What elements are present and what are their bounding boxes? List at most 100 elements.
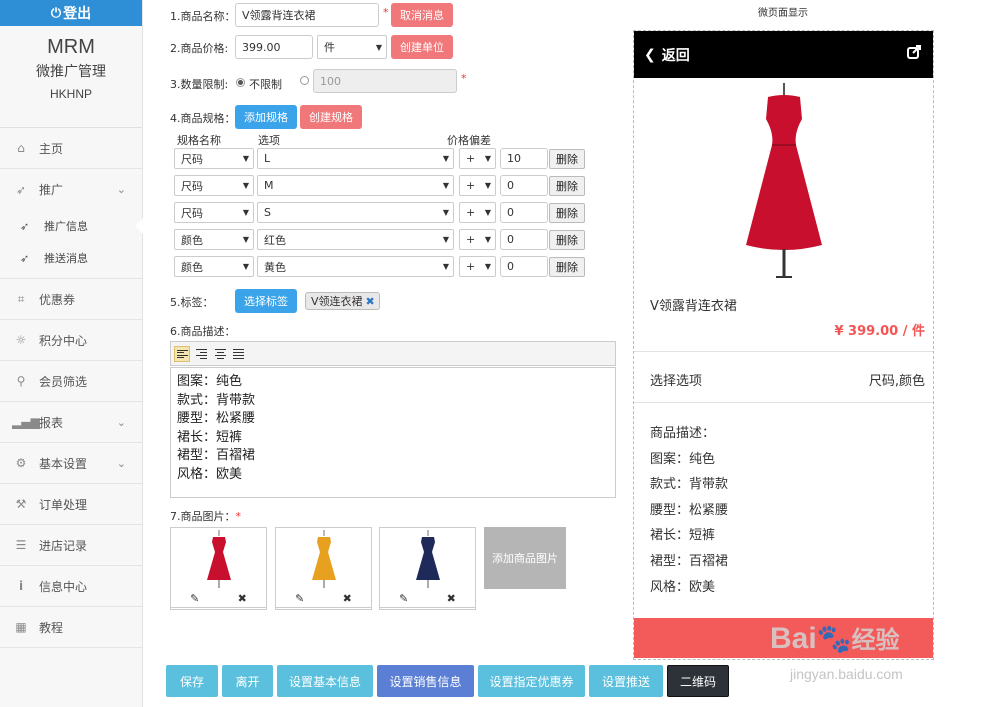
qty-limit-input[interactable]: 100 [313, 69, 457, 93]
spec-name-select[interactable]: 颜色 ▼ [174, 256, 254, 277]
image-label: 7.商品图片：* [170, 508, 241, 524]
edit-icon[interactable]: ✎ [295, 592, 304, 605]
sidebar-item-home[interactable]: ⌂ 主页 [0, 128, 142, 169]
ticket-icon: ⌗ [17, 291, 25, 306]
sidebar-item-coupon[interactable]: ⌗ 优惠券 [0, 279, 142, 320]
basic-info-button[interactable]: 设置基本信息 [277, 665, 373, 697]
col-spec-name: 规格名称 [177, 134, 221, 147]
price-diff-input[interactable]: 0 [500, 175, 548, 196]
price-diff-input[interactable]: 0 [500, 229, 548, 250]
sidebar-item-orders[interactable]: ⚒ 订单处理 [0, 484, 142, 525]
save-button[interactable]: 保存 [166, 665, 218, 697]
share-icon[interactable] [907, 45, 921, 63]
logout-button[interactable]: ⏻ 登出 [0, 0, 142, 26]
sign-select[interactable]: + ▼ [459, 256, 496, 277]
watermark-brand: Bai🐾经验 [770, 620, 900, 656]
film-icon: ▦ [15, 620, 27, 634]
align-justify-icon[interactable] [231, 346, 247, 362]
sign-select[interactable]: + ▼ [459, 148, 496, 169]
rocket-icon: ➶ [15, 182, 27, 197]
sales-info-button[interactable]: 设置销售信息 [377, 665, 474, 697]
sidebar-item-promo[interactable]: ➶ 推广 ⌄ [0, 169, 142, 210]
choose-tag-button[interactable]: 选择标签 [235, 289, 297, 313]
price-diff-input[interactable]: 10 [500, 148, 548, 169]
price-label: 2.商品价格: [170, 42, 229, 55]
caret-down-icon: ▼ [442, 181, 449, 190]
sign-select[interactable]: + ▼ [459, 175, 496, 196]
sidebar-item-member-filter[interactable]: ⚲ 会员筛选 [0, 361, 142, 402]
close-icon[interactable]: ✖ [343, 592, 352, 605]
spec-option-select[interactable]: 黄色 ▼ [257, 256, 454, 277]
sidebar-item-visits[interactable]: ☰ 进店记录 [0, 525, 142, 566]
required-mark: * [383, 6, 389, 19]
align-left-icon[interactable] [174, 345, 190, 362]
preview-desc-title: 商品描述： [650, 426, 716, 441]
sidebar-item-info-center[interactable]: i 信息中心 [0, 566, 142, 607]
product-name-input[interactable]: V领露背连衣裙 [235, 3, 379, 27]
edit-icon[interactable]: ✎ [190, 592, 199, 605]
add-spec-button[interactable]: 添加规格 [235, 105, 297, 129]
spec-option-select[interactable]: M ▼ [257, 175, 454, 196]
description-editor[interactable]: 图案：纯色 款式：背带款 腰型：松紧腰 裙长：短裤 裙型：百褶裙 风格：欧美 [170, 367, 616, 498]
align-center-icon[interactable] [212, 346, 228, 362]
push-button[interactable]: 设置推送 [589, 665, 663, 697]
spec-option-select[interactable]: S ▼ [257, 202, 454, 223]
cancel-button[interactable]: 取消消息 [391, 3, 453, 27]
delete-button[interactable]: 删除 [549, 257, 585, 277]
price-diff-input[interactable]: 0 [500, 256, 548, 277]
sidebar-item-report[interactable]: ▂▄▆ 报表 ⌄ [0, 402, 142, 443]
align-right-icon[interactable] [193, 346, 209, 362]
spec-name-select[interactable]: 尺码 ▼ [174, 202, 254, 223]
coupon-button[interactable]: 设置指定优惠券 [478, 665, 585, 697]
close-icon[interactable]: ✖ [447, 592, 456, 605]
qty-label: 3.数量限制: [170, 78, 229, 91]
close-icon[interactable]: ✖ [238, 592, 247, 605]
preview-header: ❮ 返回 [634, 31, 933, 78]
preview-desc-line: 裙长：短裤 [650, 528, 716, 544]
unit-select[interactable]: 件 ▼ [317, 35, 387, 59]
leave-button[interactable]: 离开 [222, 665, 273, 697]
delete-button[interactable]: 删除 [549, 230, 585, 250]
preview-choose-value[interactable]: 尺码,颜色 [869, 370, 925, 389]
caret-down-icon: ▼ [442, 262, 449, 271]
caret-down-icon: ▼ [484, 154, 491, 163]
back-icon[interactable]: ❮ [644, 47, 656, 63]
edit-icon[interactable]: ✎ [399, 592, 408, 605]
spec-option-value: M [264, 179, 274, 192]
spec-name-select[interactable]: 颜色 ▼ [174, 229, 254, 250]
spec-option-select[interactable]: L ▼ [257, 148, 454, 169]
sidebar-subitem-label: 推广信息 [44, 220, 88, 233]
spec-name-select[interactable]: 尺码 ▼ [174, 148, 254, 169]
caret-down-icon: ▼ [442, 235, 449, 244]
price-diff-input[interactable]: 0 [500, 202, 548, 223]
limit-radio[interactable] [300, 76, 309, 85]
sign-select[interactable]: + ▼ [459, 229, 496, 250]
preview-choose-label[interactable]: 选择选项 [650, 370, 702, 389]
delete-button[interactable]: 删除 [549, 203, 585, 223]
preview-desc-line: 腰型：松紧腰 [650, 502, 729, 518]
sidebar-subitem-push-msg[interactable]: ➶ 推送消息 [0, 242, 142, 274]
create-unit-button[interactable]: 创建单位 [391, 35, 453, 59]
delete-button[interactable]: 删除 [549, 149, 585, 169]
price-input[interactable]: 399.00 [235, 35, 313, 59]
qrcode-button[interactable]: 二维码 [667, 665, 729, 697]
create-spec-button[interactable]: 创建规格 [300, 105, 362, 129]
caret-down-icon: ▼ [484, 181, 491, 190]
add-image-button[interactable]: 添加商品图片 [484, 527, 566, 589]
tag-chip-label: V领连衣裙 [311, 295, 363, 308]
sidebar-subitem-promo-info[interactable]: ➶ 推广信息 [0, 210, 143, 242]
sidebar-item-tutorial[interactable]: ▦ 教程 [0, 607, 142, 648]
thumb-actions: ✎ ✖ [275, 590, 372, 608]
sidebar-item-basic-settings[interactable]: ⚙ 基本设置 ⌄ [0, 443, 142, 484]
back-label[interactable]: 返回 [662, 45, 690, 65]
delete-button[interactable]: 删除 [549, 176, 585, 196]
dress-image [207, 530, 231, 588]
spec-option-select[interactable]: 红色 ▼ [257, 229, 454, 250]
sidebar-item-points[interactable]: ☼ 积分中心 [0, 320, 142, 361]
spec-name-select[interactable]: 尺码 ▼ [174, 175, 254, 196]
watermark-brand-cn: 经验 [851, 627, 900, 654]
remove-tag-icon[interactable]: ✖ [366, 295, 375, 308]
unlimited-radio[interactable] [236, 78, 245, 87]
sign-select[interactable]: + ▼ [459, 202, 496, 223]
signal-bars-icon: ▂▄▆ [12, 415, 40, 429]
